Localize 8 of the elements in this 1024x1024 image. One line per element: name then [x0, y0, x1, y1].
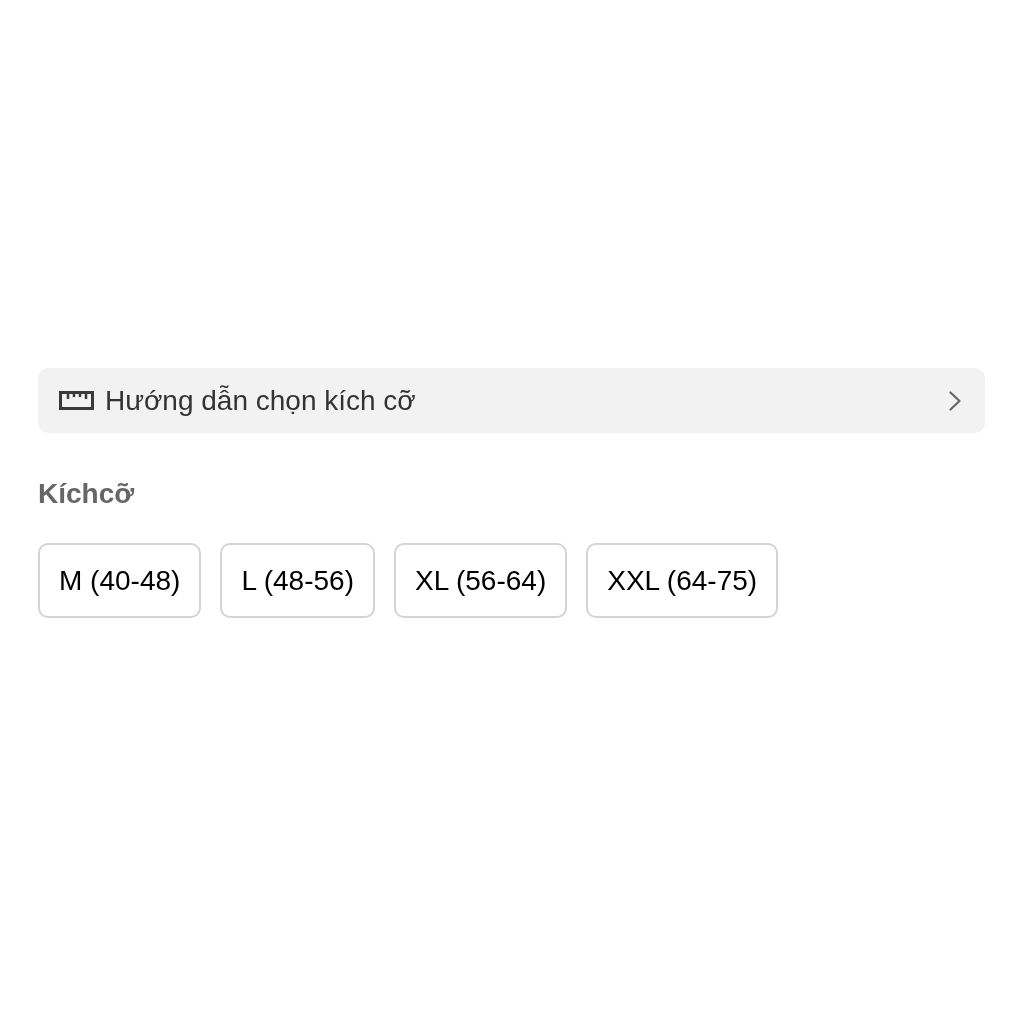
size-section-title: Kíchcỡ [38, 480, 135, 508]
chevron-right-icon [949, 390, 961, 411]
size-option[interactable]: M (40-48) [38, 543, 202, 618]
size-option[interactable]: XL (56-64) [393, 543, 568, 618]
ruler-icon [59, 390, 94, 411]
size-guide-link[interactable]: Hướng dẫn chọn kích cỡ [38, 368, 985, 433]
size-option[interactable]: XXL (64-75) [586, 543, 779, 618]
size-option[interactable]: L (48-56) [220, 543, 375, 618]
